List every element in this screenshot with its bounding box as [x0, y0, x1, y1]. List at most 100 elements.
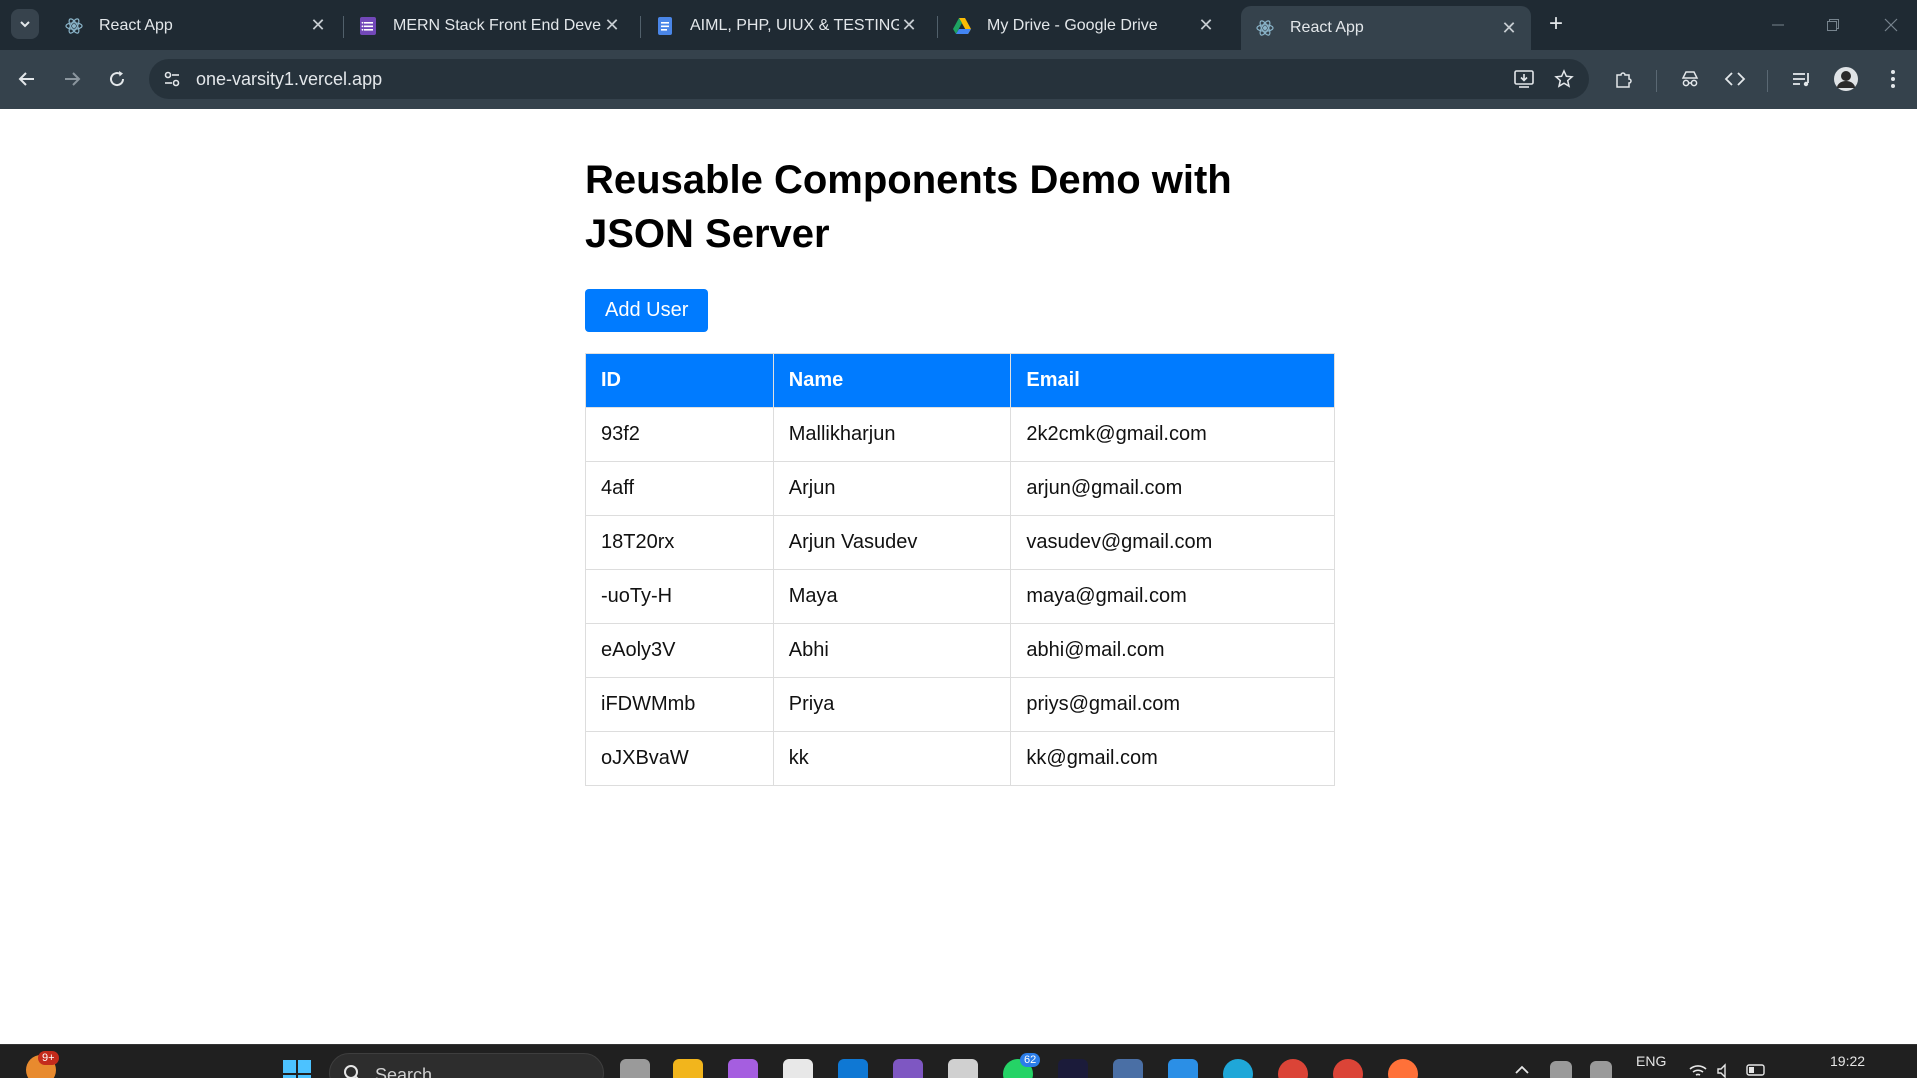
file-explorer-icon[interactable]	[673, 1059, 703, 1078]
tab-title: MERN Stack Front End Develop	[393, 16, 602, 34]
vscode-icon[interactable]	[1168, 1059, 1198, 1078]
toolbar-divider	[1767, 70, 1768, 92]
cell-id: -uoTy-H	[585, 569, 774, 624]
toolbar-divider	[1656, 70, 1657, 92]
tab-strip: React App ✕ MERN Stack Front End Develop…	[0, 0, 1917, 50]
weather-badge: 9+	[38, 1051, 59, 1065]
cell-id: 18T20rx	[585, 515, 774, 570]
tab-aiml-doc[interactable]: AIML, PHP, UIUX & TESTING_Int ✕	[641, 7, 931, 44]
reload-button[interactable]	[102, 64, 132, 94]
restore-icon	[1827, 19, 1839, 31]
cell-name: Priya	[772, 677, 1012, 732]
tab-react-app-active[interactable]: React App ✕	[1241, 6, 1531, 50]
battery-icon[interactable]	[1746, 1063, 1768, 1078]
copilot-app-icon[interactable]	[893, 1059, 923, 1078]
close-window-button[interactable]	[1871, 10, 1911, 40]
browser-toolbar: one-varsity1.vercel.app	[0, 50, 1917, 109]
minimize-button[interactable]	[1758, 10, 1798, 40]
add-user-button[interactable]: Add User	[585, 289, 709, 332]
tab-title: My Drive - Google Drive	[987, 16, 1158, 34]
url-text: one-varsity1.vercel.app	[196, 69, 383, 89]
install-app-button[interactable]	[1509, 64, 1539, 94]
edge-icon[interactable]	[1223, 1059, 1253, 1078]
php-icon[interactable]	[1058, 1059, 1088, 1078]
more-vertical-icon	[1891, 70, 1895, 88]
clock-time[interactable]: 19:22	[1830, 1053, 1865, 1069]
arrow-right-icon	[65, 72, 81, 86]
playlist-icon	[1793, 73, 1809, 87]
cell-name: Abhi	[772, 623, 1012, 678]
cell-email: kk@gmail.com	[1010, 731, 1335, 786]
table-row: 93f2 Mallikharjun 2k2cmk@gmail.com	[585, 407, 1335, 462]
cell-name: Maya	[772, 569, 1012, 624]
cell-id: 4aff	[585, 461, 774, 516]
docs-icon	[654, 15, 676, 37]
tab-google-drive[interactable]: My Drive - Google Drive ✕	[938, 7, 1228, 44]
column-header-name: Name	[772, 353, 1012, 408]
avatar	[1834, 67, 1858, 91]
react-icon	[1254, 17, 1276, 39]
forward-button[interactable]	[57, 64, 87, 94]
cell-name: kk	[772, 731, 1012, 786]
chrome-icon[interactable]	[1278, 1059, 1308, 1078]
copilot-icon[interactable]	[728, 1059, 758, 1078]
new-tab-button[interactable]: +	[1543, 12, 1569, 38]
react-icon	[63, 15, 85, 37]
site-info-icon[interactable]	[161, 68, 183, 90]
devtools-button[interactable]	[1720, 64, 1750, 94]
chevron-up-icon[interactable]	[1514, 1065, 1530, 1075]
table-row: 18T20rx Arjun Vasudev vasudev@gmail.com	[585, 515, 1335, 570]
taskbar-search[interactable]: Search	[329, 1053, 604, 1078]
chrome-profile-icon[interactable]	[1333, 1059, 1363, 1078]
search-icon	[344, 1065, 359, 1078]
close-icon[interactable]: ✕	[1196, 15, 1216, 36]
windows-icon	[283, 1060, 311, 1078]
tray-mail-icon[interactable]	[1590, 1061, 1612, 1078]
close-icon	[1884, 18, 1898, 32]
volume-icon[interactable]	[1716, 1063, 1736, 1078]
browser-menu-button[interactable]	[1878, 64, 1908, 94]
start-button[interactable]	[282, 1059, 312, 1078]
extensions-button[interactable]	[1609, 64, 1639, 94]
forms-icon	[357, 15, 379, 37]
language-indicator[interactable]: ENG	[1636, 1053, 1666, 1069]
close-icon[interactable]: ✕	[1499, 18, 1519, 38]
wifi-icon[interactable]	[1688, 1063, 1708, 1078]
store-icon[interactable]	[783, 1059, 813, 1078]
outlook-icon[interactable]	[838, 1059, 868, 1078]
page-title: Reusable Components Demo with JSON Serve…	[585, 158, 1232, 256]
tab-title: AIML, PHP, UIUX & TESTING_Int	[690, 16, 899, 34]
profile-button[interactable]	[1831, 64, 1861, 94]
mysql-workbench-icon[interactable]	[1113, 1059, 1143, 1078]
firefox-icon[interactable]	[1388, 1059, 1418, 1078]
cell-email: vasudev@gmail.com	[1010, 515, 1335, 570]
snipping-tool-icon[interactable]	[948, 1059, 978, 1078]
cell-name: Arjun Vasudev	[772, 515, 1012, 570]
cell-email: abhi@mail.com	[1010, 623, 1335, 678]
tab-mern-form[interactable]: MERN Stack Front End Develop ✕	[344, 7, 634, 44]
media-controls-button[interactable]	[1787, 64, 1817, 94]
reload-icon	[110, 71, 125, 87]
incognito-button[interactable]	[1675, 64, 1705, 94]
column-header-id: ID	[585, 353, 774, 408]
tab-react-app-1[interactable]: React App ✕	[50, 7, 340, 44]
tray-app-icon[interactable]	[1550, 1061, 1572, 1078]
address-bar[interactable]: one-varsity1.vercel.app	[149, 59, 1589, 99]
cell-email: priys@gmail.com	[1010, 677, 1335, 732]
close-icon[interactable]: ✕	[899, 15, 919, 36]
restore-button[interactable]	[1813, 10, 1853, 40]
cell-name: Mallikharjun	[772, 407, 1012, 462]
cell-email: arjun@gmail.com	[1010, 461, 1335, 516]
column-header-email: Email	[1010, 353, 1335, 408]
tab-search-button[interactable]	[11, 9, 39, 39]
whatsapp-badge: 62	[1020, 1053, 1041, 1067]
back-button[interactable]	[12, 64, 42, 94]
close-icon[interactable]: ✕	[308, 15, 328, 36]
bookmark-button[interactable]	[1549, 64, 1579, 94]
incognito-icon	[1681, 71, 1699, 87]
cell-id: iFDWMmb	[585, 677, 774, 732]
table-row: -uoTy-H Maya maya@gmail.com	[585, 569, 1335, 624]
close-icon[interactable]: ✕	[602, 15, 622, 36]
task-view-icon[interactable]	[620, 1059, 650, 1078]
table-row: oJXBvaW kk kk@gmail.com	[585, 731, 1335, 786]
